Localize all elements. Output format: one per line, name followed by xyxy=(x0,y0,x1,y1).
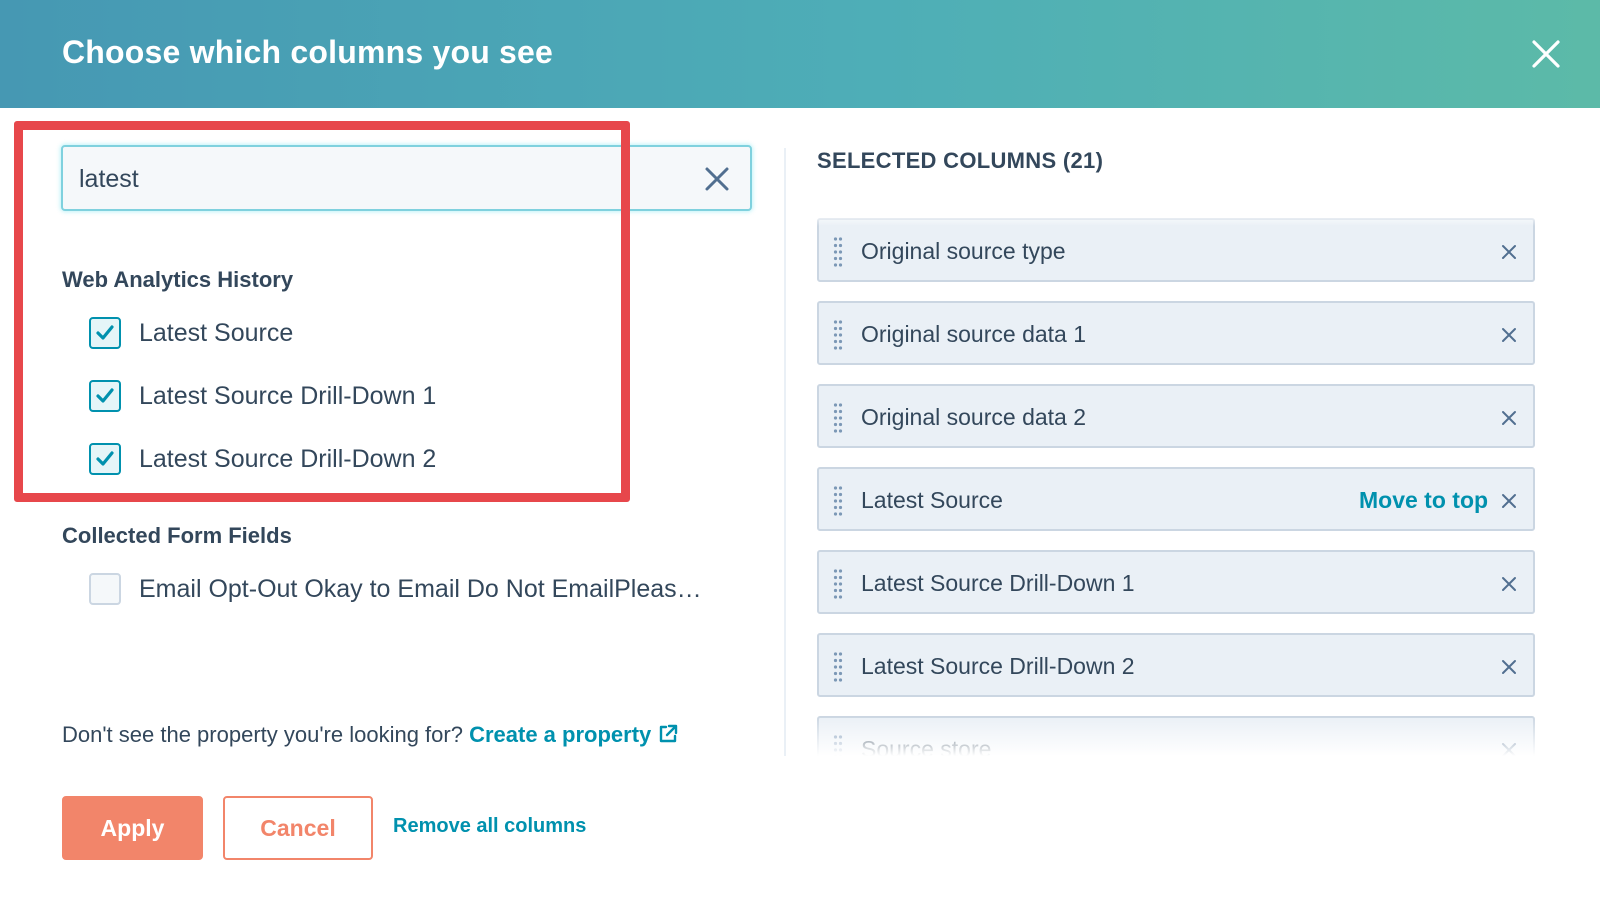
option-latest-source-drill-down-1[interactable]: Latest Source Drill-Down 1 xyxy=(89,379,436,413)
column-label: Original source type xyxy=(861,238,1066,264)
drag-handle-icon[interactable] xyxy=(833,568,843,600)
checkmark-icon xyxy=(96,325,114,340)
drag-handle-icon[interactable] xyxy=(833,236,843,268)
column-label: Original source data 1 xyxy=(861,321,1087,347)
option-email-opt-out[interactable]: Email Opt-Out Okay to Email Do Not Email… xyxy=(89,572,702,606)
option-latest-source[interactable]: Latest Source xyxy=(89,316,293,350)
remove-column-icon[interactable] xyxy=(1501,244,1517,260)
column-chooser-modal: Choose which columns you see Web Analyti… xyxy=(0,0,1600,897)
column-label: Latest Source Drill-Down 1 xyxy=(861,570,1135,596)
cancel-button[interactable]: Cancel xyxy=(223,796,373,860)
helper-text: Don't see the property you're looking fo… xyxy=(62,722,470,747)
option-label: Email Opt-Out Okay to Email Do Not Email… xyxy=(139,574,702,603)
remove-column-icon[interactable] xyxy=(1501,410,1517,426)
selected-column-item[interactable]: Original source data 2 xyxy=(817,384,1535,448)
option-label: Latest Source Drill-Down 1 xyxy=(139,381,437,410)
remove-column-icon[interactable] xyxy=(1501,493,1517,509)
selected-column-item-hovered[interactable]: Latest Source Move to top xyxy=(817,467,1535,531)
group-title-web-analytics-history: Web Analytics History xyxy=(62,267,294,292)
close-icon[interactable] xyxy=(1530,38,1562,70)
search-field xyxy=(61,145,752,211)
drag-handle-icon[interactable] xyxy=(833,402,843,434)
option-label: Latest Source Drill-Down 2 xyxy=(139,444,437,473)
column-label: Original source data 2 xyxy=(861,404,1087,430)
drag-handle-icon[interactable] xyxy=(833,651,843,683)
remove-column-icon[interactable] xyxy=(1501,327,1517,343)
external-link-icon[interactable] xyxy=(657,723,679,751)
column-label: Latest Source Drill-Down 2 xyxy=(861,653,1135,679)
selected-column-item[interactable]: Latest Source Drill-Down 1 xyxy=(817,550,1535,614)
selected-column-item[interactable]: Original source data 1 xyxy=(817,301,1535,365)
selected-columns-list[interactable]: Original source type Original source dat… xyxy=(817,212,1537,756)
modal-header: Choose which columns you see xyxy=(0,0,1600,108)
selected-column-item[interactable]: Source store xyxy=(817,716,1535,756)
checkmark-icon xyxy=(96,388,114,403)
checkbox-checked[interactable] xyxy=(89,317,121,349)
checkbox-checked[interactable] xyxy=(89,380,121,412)
create-property-helper: Don't see the property you're looking fo… xyxy=(62,722,679,751)
move-to-top-link[interactable]: Move to top xyxy=(1359,487,1488,514)
selected-column-item[interactable]: Original source type xyxy=(817,218,1535,282)
remove-all-columns-link[interactable]: Remove all columns xyxy=(393,815,586,838)
selected-column-item[interactable]: Latest Source Drill-Down 2 xyxy=(817,633,1535,697)
group-title-collected-form-fields: Collected Form Fields xyxy=(62,523,292,548)
panel-divider xyxy=(784,148,786,756)
modal-title: Choose which columns you see xyxy=(62,34,554,70)
drag-handle-icon[interactable] xyxy=(833,734,843,756)
remove-column-icon[interactable] xyxy=(1501,659,1517,675)
remove-column-icon[interactable] xyxy=(1501,576,1517,592)
create-property-link[interactable]: Create a property xyxy=(469,722,651,747)
checkbox-checked[interactable] xyxy=(89,443,121,475)
clear-search-icon[interactable] xyxy=(703,165,731,193)
apply-button[interactable]: Apply xyxy=(62,796,203,860)
option-label: Latest Source xyxy=(139,318,294,347)
search-input[interactable] xyxy=(79,159,669,199)
checkmark-icon xyxy=(96,451,114,466)
checkbox-unchecked[interactable] xyxy=(89,573,121,605)
column-label: Source store xyxy=(861,736,992,756)
selected-columns-title: SELECTED COLUMNS (21) xyxy=(817,148,1104,173)
column-label: Latest Source xyxy=(861,487,1003,513)
drag-handle-icon[interactable] xyxy=(833,485,843,517)
option-latest-source-drill-down-2[interactable]: Latest Source Drill-Down 2 xyxy=(89,442,436,476)
remove-column-icon[interactable] xyxy=(1501,742,1517,756)
drag-handle-icon[interactable] xyxy=(833,319,843,351)
